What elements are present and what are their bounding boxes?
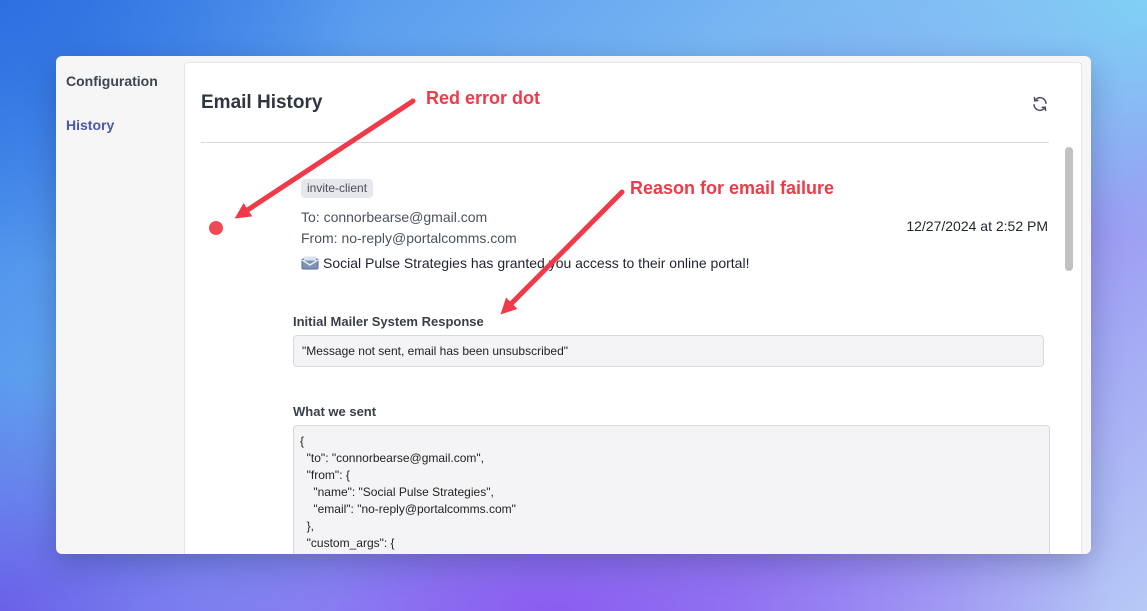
- envelope-icon: [301, 255, 319, 271]
- app-window: Configuration History Email History invi…: [56, 56, 1091, 554]
- refresh-icon: [1033, 96, 1047, 112]
- sidebar-item-configuration[interactable]: Configuration: [66, 73, 158, 89]
- email-history-panel: Email History invite-client To: connorbe…: [184, 62, 1082, 554]
- header-divider: [201, 142, 1049, 143]
- email-subject-text: Social Pulse Strategies has granted you …: [323, 255, 750, 271]
- mailer-response-box: "Message not sent, email has been unsubs…: [293, 335, 1044, 367]
- email-timestamp: 12/27/2024 at 2:52 PM: [906, 218, 1048, 234]
- annotation-red-error-dot: Red error dot: [422, 87, 545, 110]
- page-title: Email History: [201, 92, 323, 113]
- scrollbar[interactable]: [1062, 143, 1076, 554]
- sidebar-item-history[interactable]: History: [66, 117, 114, 133]
- email-subject: Social Pulse Strategies has granted you …: [301, 255, 749, 271]
- scrollbar-thumb[interactable]: [1065, 147, 1073, 271]
- email-to: To: connorbearse@gmail.com: [301, 209, 488, 225]
- sent-payload-text: { "to": "connorbearse@gmail.com", "from"…: [300, 434, 516, 554]
- email-from: From: no-reply@portalcomms.com: [301, 230, 517, 246]
- error-status-dot: [209, 221, 223, 235]
- response-section-label: Initial Mailer System Response: [293, 314, 484, 329]
- template-tag: invite-client: [301, 179, 374, 198]
- sent-section-label: What we sent: [293, 404, 377, 419]
- sent-payload-box[interactable]: { "to": "connorbearse@gmail.com", "from"…: [293, 425, 1050, 554]
- annotation-failure-reason: Reason for email failure: [626, 177, 839, 200]
- refresh-button[interactable]: [1028, 92, 1052, 116]
